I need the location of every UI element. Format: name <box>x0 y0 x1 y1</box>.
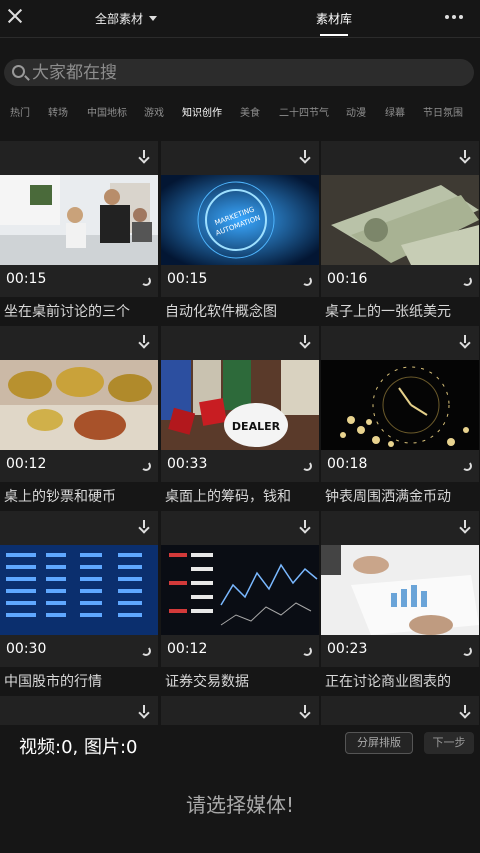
category-tab[interactable]: 游戏 <box>144 104 164 119</box>
download-icon[interactable] <box>139 705 149 717</box>
media-title: 桌上的钞票和硬币 <box>4 489 116 505</box>
category-tab[interactable]: 二十四节气 <box>279 104 329 119</box>
category-tab[interactable]: 转场 <box>48 104 68 119</box>
media-duration: 00:18 <box>327 456 368 472</box>
media-thumbnail[interactable] <box>0 175 158 265</box>
media-tile[interactable]: 00:30 中国股市的行情 <box>0 511 158 693</box>
media-tile[interactable]: 00:23 正在讨论商业图表的 <box>321 511 479 693</box>
media-tile[interactable]: 00:12 证券交易数据 <box>161 511 319 693</box>
category-tab[interactable]: 动漫 <box>346 104 366 119</box>
media-thumbnail[interactable]: MARKETING AUTOMATION <box>161 175 319 265</box>
media-thumbnail[interactable] <box>321 545 479 635</box>
media-tile[interactable] <box>0 696 158 725</box>
media-duration: 00:12 <box>167 641 208 657</box>
expand-icon[interactable] <box>141 461 151 471</box>
category-tab[interactable]: 节日氛围 <box>423 104 463 119</box>
media-thumbnail[interactable] <box>0 360 158 450</box>
media-tile[interactable] <box>161 696 319 725</box>
category-tab[interactable]: 中国地标 <box>87 104 127 119</box>
expand-icon[interactable] <box>462 276 472 286</box>
media-tile[interactable]: 00:15 坐在桌前讨论的三个 <box>0 141 158 323</box>
expand-icon[interactable] <box>462 461 472 471</box>
download-icon[interactable] <box>139 150 149 162</box>
search-input[interactable] <box>32 61 462 84</box>
media-duration: 00:30 <box>6 641 47 657</box>
selection-bar: 视频:0, 图片:0 分屏排版 下一步 请选择媒体! <box>0 725 480 853</box>
expand-icon[interactable] <box>141 276 151 286</box>
download-icon[interactable] <box>460 335 470 347</box>
download-icon[interactable] <box>300 520 310 532</box>
media-grid: 00:15 坐在桌前讨论的三个 MARKETING AUTOMATION 00:… <box>0 141 480 725</box>
next-button[interactable]: 下一步 <box>424 732 474 754</box>
media-title: 桌面上的筹码，钱和 <box>165 489 291 505</box>
media-tile[interactable]: 00:12 桌上的钞票和硬币 <box>0 326 158 508</box>
media-duration: 00:12 <box>6 456 47 472</box>
media-title: 钟表周围洒满金币动 <box>325 489 451 505</box>
download-icon[interactable] <box>300 335 310 347</box>
media-title: 证券交易数据 <box>165 674 249 690</box>
media-title: 自动化软件概念图 <box>165 304 277 320</box>
more-dots-icon[interactable] <box>445 15 463 19</box>
caret-down-icon <box>149 16 158 21</box>
tab-material-library[interactable]: 素材库 <box>316 10 352 27</box>
media-tile[interactable]: 00:16 桌子上的一张纸美元 <box>321 141 479 323</box>
media-thumbnail[interactable]: DEALER <box>161 360 319 450</box>
material-filter-label: 全部素材 <box>95 12 144 26</box>
expand-icon[interactable] <box>302 461 312 471</box>
media-duration: 00:15 <box>167 271 208 287</box>
expand-icon[interactable] <box>302 276 312 286</box>
category-tab[interactable]: 绿幕 <box>385 104 405 119</box>
media-tile[interactable] <box>321 696 479 725</box>
media-title: 中国股市的行情 <box>4 674 102 690</box>
download-icon[interactable] <box>300 150 310 162</box>
media-duration: 00:23 <box>327 641 368 657</box>
media-title: 坐在桌前讨论的三个 <box>4 304 130 320</box>
media-thumbnail[interactable] <box>321 175 479 265</box>
empty-selection-hint: 请选择媒体! <box>185 793 295 817</box>
media-duration: 00:16 <box>327 271 368 287</box>
download-icon[interactable] <box>460 705 470 717</box>
top-bar: 全部素材 素材库 <box>0 0 480 36</box>
expand-icon[interactable] <box>302 646 312 656</box>
download-icon[interactable] <box>460 520 470 532</box>
active-tab-indicator <box>320 34 348 36</box>
download-icon[interactable] <box>300 705 310 717</box>
category-tab-active[interactable]: 知识创作 <box>182 104 222 119</box>
split-screen-button[interactable]: 分屏排版 <box>345 732 413 754</box>
media-tile[interactable]: MARKETING AUTOMATION 00:15 自动化软件概念图 <box>161 141 319 323</box>
category-tabs: 热门 转场 中国地标 游戏 知识创作 美食 二十四节气 动漫 绿幕 节日氛围 <box>0 104 480 122</box>
media-tile[interactable]: DEALER 00:33 桌面上的筹码，钱和 <box>161 326 319 508</box>
media-thumbnail[interactable] <box>161 545 319 635</box>
search-bar[interactable] <box>4 59 474 86</box>
media-tile[interactable]: 00:18 钟表周围洒满金币动 <box>321 326 479 508</box>
expand-icon[interactable] <box>141 646 151 656</box>
download-icon[interactable] <box>460 150 470 162</box>
download-icon[interactable] <box>139 335 149 347</box>
selection-count: 视频:0, 图片:0 <box>19 737 138 758</box>
media-thumbnail[interactable] <box>321 360 479 450</box>
media-thumbnail[interactable] <box>0 545 158 635</box>
download-icon[interactable] <box>139 520 149 532</box>
media-duration: 00:15 <box>6 271 47 287</box>
media-title: 正在讨论商业图表的 <box>325 674 451 690</box>
thumbnail-text: DEALER <box>232 420 281 433</box>
category-tab[interactable]: 热门 <box>10 104 30 119</box>
category-tab[interactable]: 美食 <box>240 104 260 119</box>
search-icon <box>12 65 25 78</box>
expand-icon[interactable] <box>462 646 472 656</box>
material-filter-dropdown[interactable]: 全部素材 <box>95 10 158 27</box>
close-icon[interactable] <box>6 7 24 25</box>
media-title: 桌子上的一张纸美元 <box>325 304 451 320</box>
divider <box>0 37 480 38</box>
media-duration: 00:33 <box>167 456 208 472</box>
